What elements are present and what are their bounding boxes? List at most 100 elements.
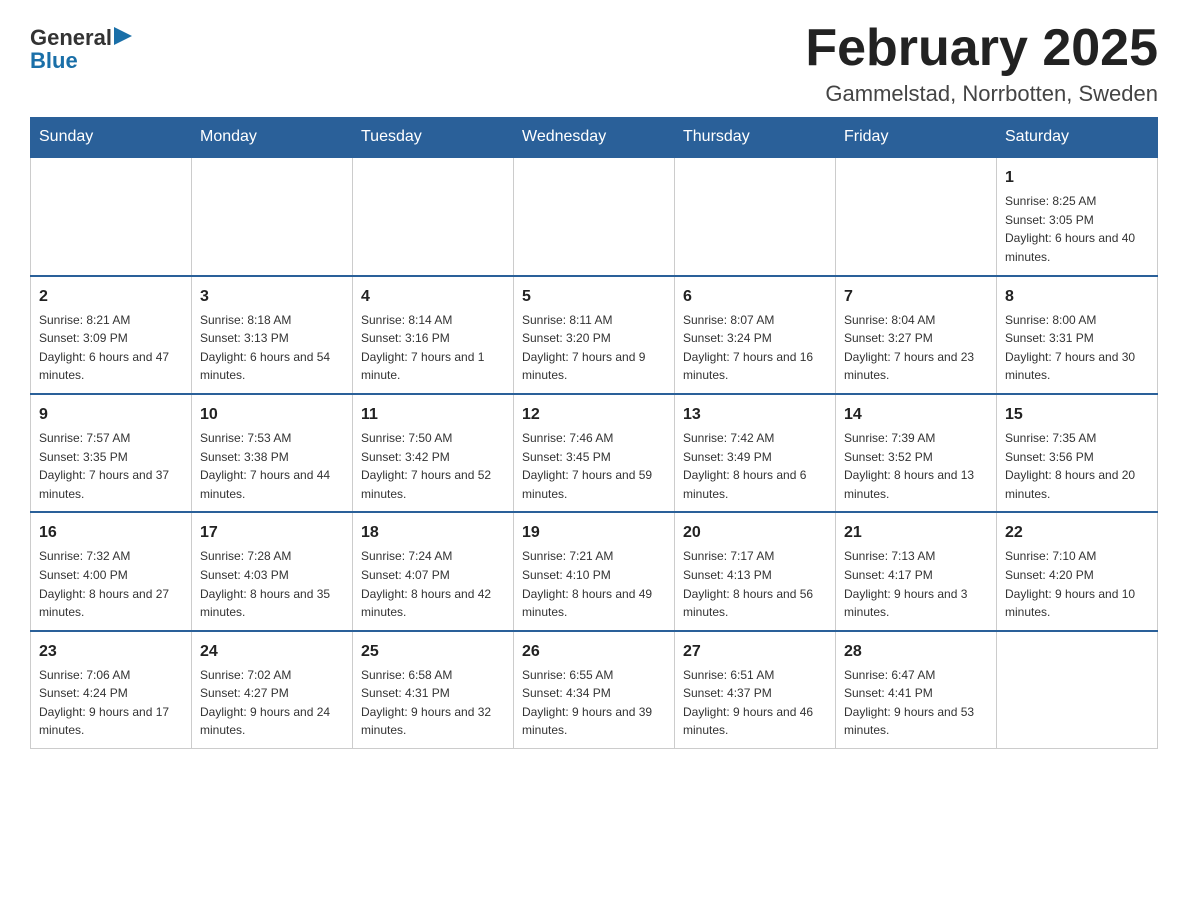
calendar-week-row-2: 9Sunrise: 7:57 AM Sunset: 3:35 PM Daylig… (31, 394, 1158, 512)
calendar-cell: 26Sunrise: 6:55 AM Sunset: 4:34 PM Dayli… (514, 631, 675, 749)
calendar-cell: 2Sunrise: 8:21 AM Sunset: 3:09 PM Daylig… (31, 276, 192, 394)
location-title: Gammelstad, Norrbotten, Sweden (805, 81, 1158, 107)
calendar-cell: 4Sunrise: 8:14 AM Sunset: 3:16 PM Daylig… (353, 276, 514, 394)
day-info: Sunrise: 7:32 AM Sunset: 4:00 PM Dayligh… (39, 547, 183, 621)
calendar-cell: 28Sunrise: 6:47 AM Sunset: 4:41 PM Dayli… (836, 631, 997, 749)
calendar-cell: 27Sunrise: 6:51 AM Sunset: 4:37 PM Dayli… (675, 631, 836, 749)
day-number: 21 (844, 521, 988, 545)
weekday-header-tuesday: Tuesday (353, 118, 514, 158)
day-info: Sunrise: 7:50 AM Sunset: 3:42 PM Dayligh… (361, 429, 505, 503)
day-info: Sunrise: 7:35 AM Sunset: 3:56 PM Dayligh… (1005, 429, 1149, 503)
day-info: Sunrise: 7:57 AM Sunset: 3:35 PM Dayligh… (39, 429, 183, 503)
page-header: General Blue February 2025 Gammelstad, N… (30, 20, 1158, 107)
day-number: 2 (39, 285, 183, 309)
calendar-cell (836, 157, 997, 275)
day-number: 1 (1005, 166, 1149, 190)
day-number: 9 (39, 403, 183, 427)
logo: General Blue (30, 20, 132, 73)
calendar-cell: 3Sunrise: 8:18 AM Sunset: 3:13 PM Daylig… (192, 276, 353, 394)
calendar-cell (514, 157, 675, 275)
calendar-cell: 12Sunrise: 7:46 AM Sunset: 3:45 PM Dayli… (514, 394, 675, 512)
day-number: 18 (361, 521, 505, 545)
weekday-header-row: SundayMondayTuesdayWednesdayThursdayFrid… (31, 118, 1158, 158)
day-number: 11 (361, 403, 505, 427)
day-info: Sunrise: 7:28 AM Sunset: 4:03 PM Dayligh… (200, 547, 344, 621)
day-number: 26 (522, 640, 666, 664)
day-info: Sunrise: 8:00 AM Sunset: 3:31 PM Dayligh… (1005, 311, 1149, 385)
calendar-cell: 25Sunrise: 6:58 AM Sunset: 4:31 PM Dayli… (353, 631, 514, 749)
day-number: 6 (683, 285, 827, 309)
day-info: Sunrise: 6:58 AM Sunset: 4:31 PM Dayligh… (361, 666, 505, 740)
logo-arrow-icon (114, 27, 132, 45)
day-info: Sunrise: 8:04 AM Sunset: 3:27 PM Dayligh… (844, 311, 988, 385)
calendar-cell: 8Sunrise: 8:00 AM Sunset: 3:31 PM Daylig… (997, 276, 1158, 394)
day-info: Sunrise: 8:18 AM Sunset: 3:13 PM Dayligh… (200, 311, 344, 385)
month-title: February 2025 (805, 20, 1158, 77)
day-info: Sunrise: 7:53 AM Sunset: 3:38 PM Dayligh… (200, 429, 344, 503)
calendar-cell: 15Sunrise: 7:35 AM Sunset: 3:56 PM Dayli… (997, 394, 1158, 512)
calendar-week-row-0: 1Sunrise: 8:25 AM Sunset: 3:05 PM Daylig… (31, 157, 1158, 275)
day-number: 20 (683, 521, 827, 545)
day-number: 13 (683, 403, 827, 427)
day-number: 7 (844, 285, 988, 309)
day-number: 16 (39, 521, 183, 545)
day-info: Sunrise: 6:51 AM Sunset: 4:37 PM Dayligh… (683, 666, 827, 740)
day-info: Sunrise: 7:24 AM Sunset: 4:07 PM Dayligh… (361, 547, 505, 621)
calendar-cell (31, 157, 192, 275)
calendar-cell: 17Sunrise: 7:28 AM Sunset: 4:03 PM Dayli… (192, 512, 353, 630)
calendar-cell: 18Sunrise: 7:24 AM Sunset: 4:07 PM Dayli… (353, 512, 514, 630)
day-info: Sunrise: 6:47 AM Sunset: 4:41 PM Dayligh… (844, 666, 988, 740)
title-block: February 2025 Gammelstad, Norrbotten, Sw… (805, 20, 1158, 107)
calendar-week-row-4: 23Sunrise: 7:06 AM Sunset: 4:24 PM Dayli… (31, 631, 1158, 749)
day-number: 27 (683, 640, 827, 664)
day-number: 14 (844, 403, 988, 427)
day-info: Sunrise: 7:21 AM Sunset: 4:10 PM Dayligh… (522, 547, 666, 621)
weekday-header-friday: Friday (836, 118, 997, 158)
weekday-header-wednesday: Wednesday (514, 118, 675, 158)
calendar-cell: 19Sunrise: 7:21 AM Sunset: 4:10 PM Dayli… (514, 512, 675, 630)
day-info: Sunrise: 7:10 AM Sunset: 4:20 PM Dayligh… (1005, 547, 1149, 621)
day-number: 12 (522, 403, 666, 427)
day-info: Sunrise: 7:39 AM Sunset: 3:52 PM Dayligh… (844, 429, 988, 503)
calendar-cell: 9Sunrise: 7:57 AM Sunset: 3:35 PM Daylig… (31, 394, 192, 512)
day-number: 17 (200, 521, 344, 545)
calendar-cell: 10Sunrise: 7:53 AM Sunset: 3:38 PM Dayli… (192, 394, 353, 512)
day-number: 5 (522, 285, 666, 309)
calendar-cell: 7Sunrise: 8:04 AM Sunset: 3:27 PM Daylig… (836, 276, 997, 394)
day-number: 4 (361, 285, 505, 309)
calendar-cell: 6Sunrise: 8:07 AM Sunset: 3:24 PM Daylig… (675, 276, 836, 394)
day-number: 8 (1005, 285, 1149, 309)
day-info: Sunrise: 8:25 AM Sunset: 3:05 PM Dayligh… (1005, 192, 1149, 266)
day-number: 3 (200, 285, 344, 309)
day-number: 10 (200, 403, 344, 427)
day-info: Sunrise: 7:02 AM Sunset: 4:27 PM Dayligh… (200, 666, 344, 740)
day-info: Sunrise: 8:07 AM Sunset: 3:24 PM Dayligh… (683, 311, 827, 385)
calendar-cell: 21Sunrise: 7:13 AM Sunset: 4:17 PM Dayli… (836, 512, 997, 630)
calendar-cell (192, 157, 353, 275)
day-number: 28 (844, 640, 988, 664)
calendar-cell: 11Sunrise: 7:50 AM Sunset: 3:42 PM Dayli… (353, 394, 514, 512)
day-info: Sunrise: 8:11 AM Sunset: 3:20 PM Dayligh… (522, 311, 666, 385)
day-info: Sunrise: 7:42 AM Sunset: 3:49 PM Dayligh… (683, 429, 827, 503)
calendar-cell: 16Sunrise: 7:32 AM Sunset: 4:00 PM Dayli… (31, 512, 192, 630)
day-info: Sunrise: 7:06 AM Sunset: 4:24 PM Dayligh… (39, 666, 183, 740)
day-number: 25 (361, 640, 505, 664)
calendar-cell: 13Sunrise: 7:42 AM Sunset: 3:49 PM Dayli… (675, 394, 836, 512)
calendar-cell (675, 157, 836, 275)
calendar-table: SundayMondayTuesdayWednesdayThursdayFrid… (30, 117, 1158, 749)
calendar-cell: 23Sunrise: 7:06 AM Sunset: 4:24 PM Dayli… (31, 631, 192, 749)
day-info: Sunrise: 8:14 AM Sunset: 3:16 PM Dayligh… (361, 311, 505, 385)
day-info: Sunrise: 7:13 AM Sunset: 4:17 PM Dayligh… (844, 547, 988, 621)
logo-general: General (30, 27, 112, 49)
day-number: 22 (1005, 521, 1149, 545)
day-number: 19 (522, 521, 666, 545)
day-info: Sunrise: 7:46 AM Sunset: 3:45 PM Dayligh… (522, 429, 666, 503)
weekday-header-monday: Monday (192, 118, 353, 158)
calendar-cell: 20Sunrise: 7:17 AM Sunset: 4:13 PM Dayli… (675, 512, 836, 630)
day-info: Sunrise: 8:21 AM Sunset: 3:09 PM Dayligh… (39, 311, 183, 385)
calendar-cell: 1Sunrise: 8:25 AM Sunset: 3:05 PM Daylig… (997, 157, 1158, 275)
day-info: Sunrise: 6:55 AM Sunset: 4:34 PM Dayligh… (522, 666, 666, 740)
day-number: 15 (1005, 403, 1149, 427)
calendar-cell: 22Sunrise: 7:10 AM Sunset: 4:20 PM Dayli… (997, 512, 1158, 630)
weekday-header-sunday: Sunday (31, 118, 192, 158)
